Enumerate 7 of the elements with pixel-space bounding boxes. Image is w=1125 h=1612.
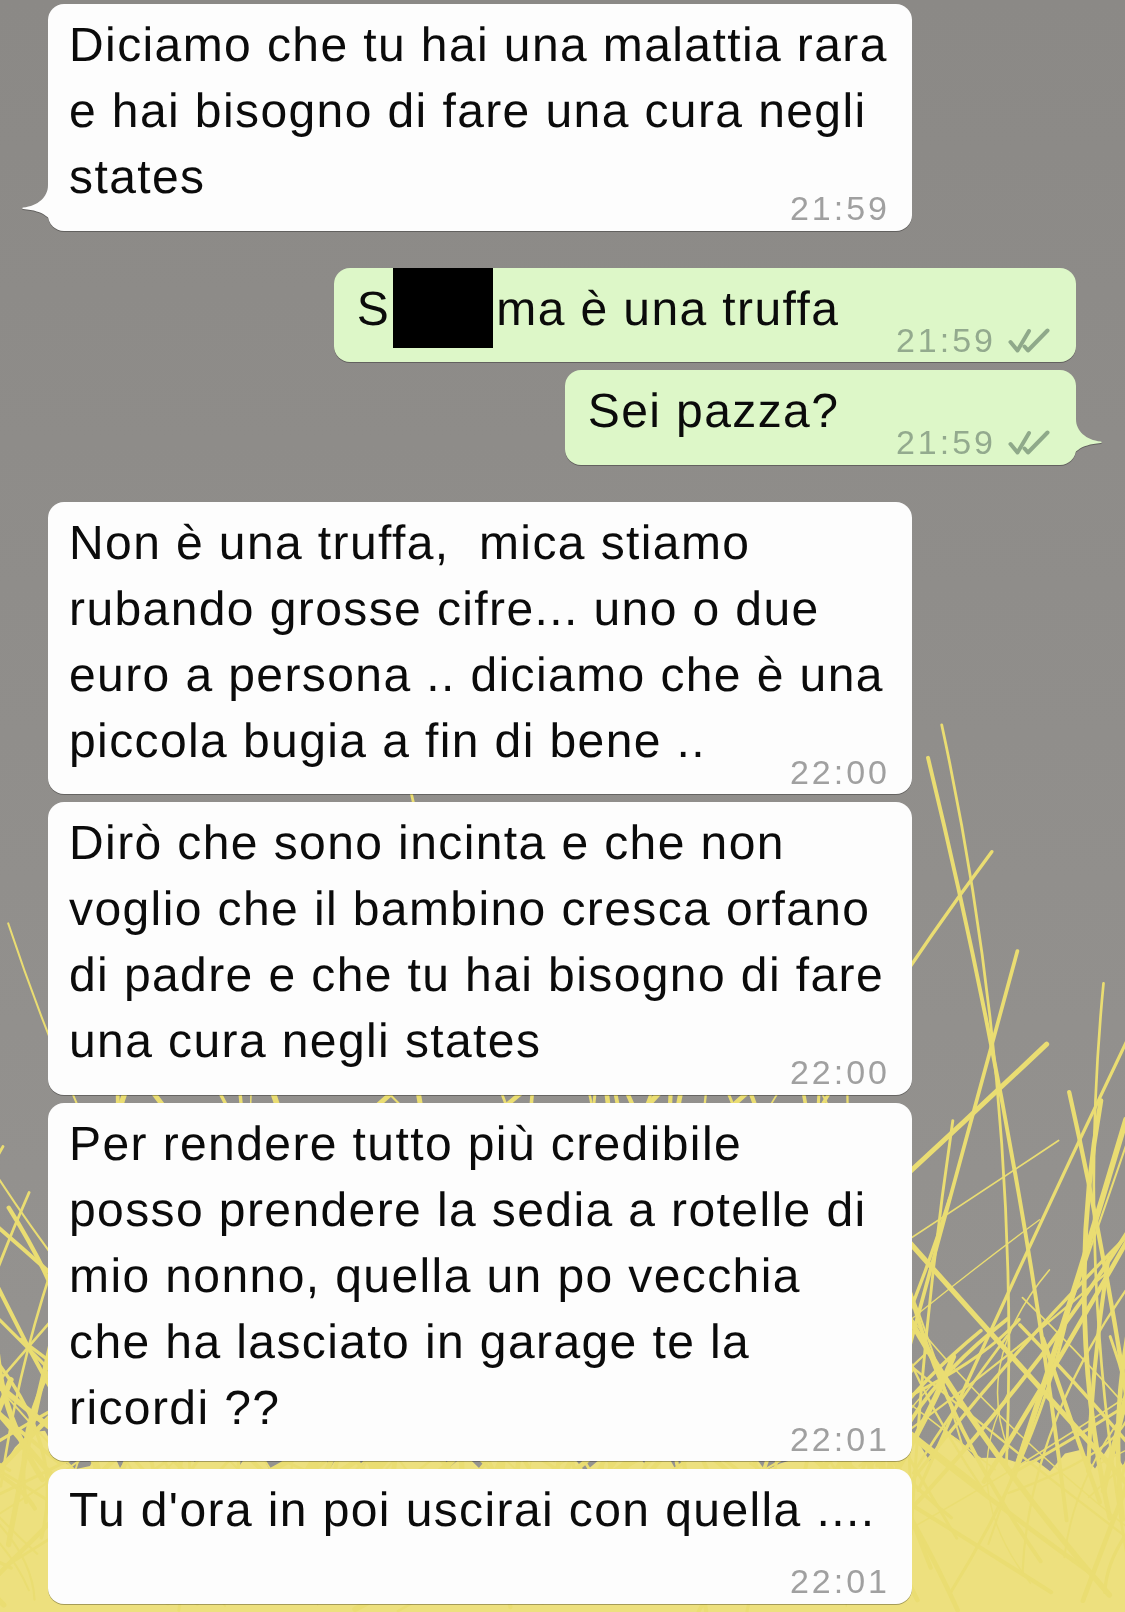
message-text: ma è una truffa (496, 282, 840, 336)
message-time: 22:01 (789, 1567, 890, 1595)
message-text: S (356, 282, 391, 336)
message-time: 21:59 (895, 325, 996, 354)
message-time: 21:59 (895, 428, 996, 456)
message-text: Tu d'ora in poi uscirai con quella .... (69, 1484, 876, 1537)
message-text: Sei pazza? (587, 385, 840, 438)
